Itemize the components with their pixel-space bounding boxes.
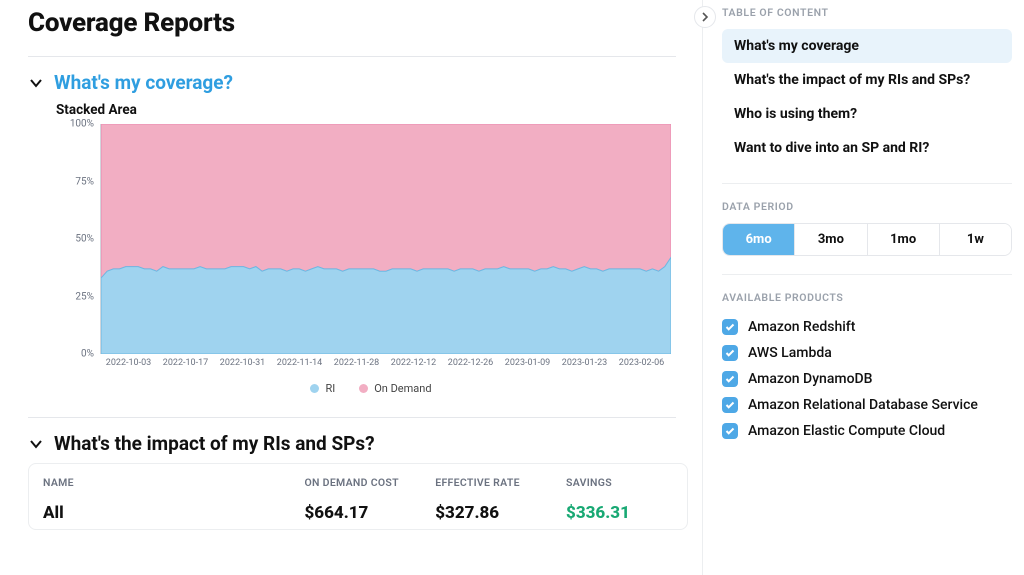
main-content: Coverage Reports What's my coverage? Sta… [0, 0, 700, 530]
col-ondemand: ON DEMAND COST [305, 476, 436, 489]
product-label: Amazon Elastic Compute Cloud [748, 423, 945, 439]
divider [722, 183, 1012, 184]
toc-item[interactable]: Who is using them? [722, 97, 1012, 131]
period-group: 6mo3mo1mo1w [722, 223, 1012, 256]
col-savings: SAVINGS [566, 476, 673, 489]
coverage-chart: 100% 75% 50% 25% 0% 2022-10-032022-10-17… [56, 124, 686, 395]
divider [28, 56, 676, 57]
period-button-1w[interactable]: 1w [939, 224, 1011, 255]
product-label: Amazon Relational Database Service [748, 397, 978, 413]
product-label: Amazon DynamoDB [748, 371, 873, 387]
toc-heading: TABLE OF CONTENT [722, 6, 1012, 19]
col-effective: EFFECTIVE RATE [435, 476, 566, 489]
y-tick: 75% [75, 176, 94, 187]
product-label: AWS Lambda [748, 345, 832, 361]
product-item[interactable]: Amazon Redshift [722, 314, 1012, 340]
x-tick: 2023-01-09 [499, 358, 556, 368]
table-header-row: NAME ON DEMAND COST EFFECTIVE RATE SAVIN… [43, 476, 673, 489]
checkbox-checked-icon[interactable] [722, 319, 738, 335]
section-coverage-header[interactable]: What's my coverage? [28, 71, 676, 94]
product-item[interactable]: AWS Lambda [722, 340, 1012, 366]
section-impact-header[interactable]: What's the impact of my RIs and SPs? [28, 432, 676, 455]
period-button-3mo[interactable]: 3mo [794, 224, 866, 255]
col-name: NAME [43, 476, 305, 489]
period-heading: DATA PERIOD [722, 200, 1012, 213]
period-button-6mo[interactable]: 6mo [723, 224, 794, 255]
impact-table: NAME ON DEMAND COST EFFECTIVE RATE SAVIN… [28, 463, 688, 530]
x-tick: 2022-10-31 [214, 358, 271, 368]
cell-ondemand: $664.17 [305, 503, 436, 523]
product-item[interactable]: Amazon Relational Database Service [722, 392, 1012, 418]
toc-item[interactable]: Want to dive into an SP and RI? [722, 131, 1012, 165]
y-axis: 100% 75% 50% 25% 0% [56, 124, 100, 354]
checkbox-checked-icon[interactable] [722, 345, 738, 361]
table-row[interactable]: All $664.17 $327.86 $336.31 [43, 489, 673, 523]
x-tick: 2022-11-14 [271, 358, 328, 368]
toc-list: What's my coverageWhat's the impact of m… [722, 29, 1012, 165]
y-tick: 25% [75, 291, 94, 302]
x-tick: 2022-11-28 [328, 358, 385, 368]
cell-name: All [43, 503, 305, 523]
legend-swatch-ondemand [359, 384, 368, 393]
legend-label-ri: RI [325, 382, 335, 395]
y-tick: 0% [81, 349, 94, 360]
side-panel: TABLE OF CONTENT What's my coverageWhat'… [722, 0, 1012, 444]
panel-divider [702, 0, 703, 575]
x-axis: 2022-10-032022-10-172022-10-312022-11-14… [100, 358, 670, 368]
y-tick: 50% [75, 234, 94, 245]
legend-swatch-ri [310, 384, 319, 393]
toc-item[interactable]: What's the impact of my RIs and SPs? [722, 63, 1012, 97]
x-tick: 2023-01-23 [556, 358, 613, 368]
legend-label-ondemand: On Demand [374, 382, 431, 395]
divider [722, 274, 1012, 275]
section-impact-title: What's the impact of my RIs and SPs? [54, 432, 375, 455]
chevron-right-icon [700, 12, 710, 22]
checkbox-checked-icon[interactable] [722, 371, 738, 387]
x-tick: 2022-10-03 [100, 358, 157, 368]
products-list: Amazon Redshift AWS Lambda Amazon DynamoDB… [722, 314, 1012, 444]
chevron-down-icon [28, 75, 44, 91]
legend-item-ondemand: On Demand [359, 382, 431, 395]
collapse-panel-button[interactable] [694, 6, 716, 28]
products-heading: AVAILABLE PRODUCTS [722, 291, 1012, 304]
cell-savings: $336.31 [566, 503, 673, 523]
y-tick: 100% [70, 119, 94, 130]
chart-title: Stacked Area [56, 102, 676, 118]
product-item[interactable]: Amazon Elastic Compute Cloud [722, 418, 1012, 444]
page-title: Coverage Reports [28, 8, 676, 38]
toc-item[interactable]: What's my coverage [722, 29, 1012, 63]
x-tick: 2022-12-12 [385, 358, 442, 368]
x-tick: 2023-02-06 [613, 358, 670, 368]
divider [28, 417, 676, 418]
checkbox-checked-icon[interactable] [722, 423, 738, 439]
plot-area [100, 124, 670, 354]
x-tick: 2022-10-17 [157, 358, 214, 368]
cell-effective: $327.86 [435, 503, 566, 523]
checkbox-checked-icon[interactable] [722, 397, 738, 413]
chevron-down-icon [28, 436, 44, 452]
section-coverage-title: What's my coverage? [54, 71, 233, 94]
period-button-1mo[interactable]: 1mo [867, 224, 939, 255]
chart-legend: RI On Demand [56, 382, 686, 395]
product-item[interactable]: Amazon DynamoDB [722, 366, 1012, 392]
x-tick: 2022-12-26 [442, 358, 499, 368]
product-label: Amazon Redshift [748, 319, 855, 335]
legend-item-ri: RI [310, 382, 335, 395]
